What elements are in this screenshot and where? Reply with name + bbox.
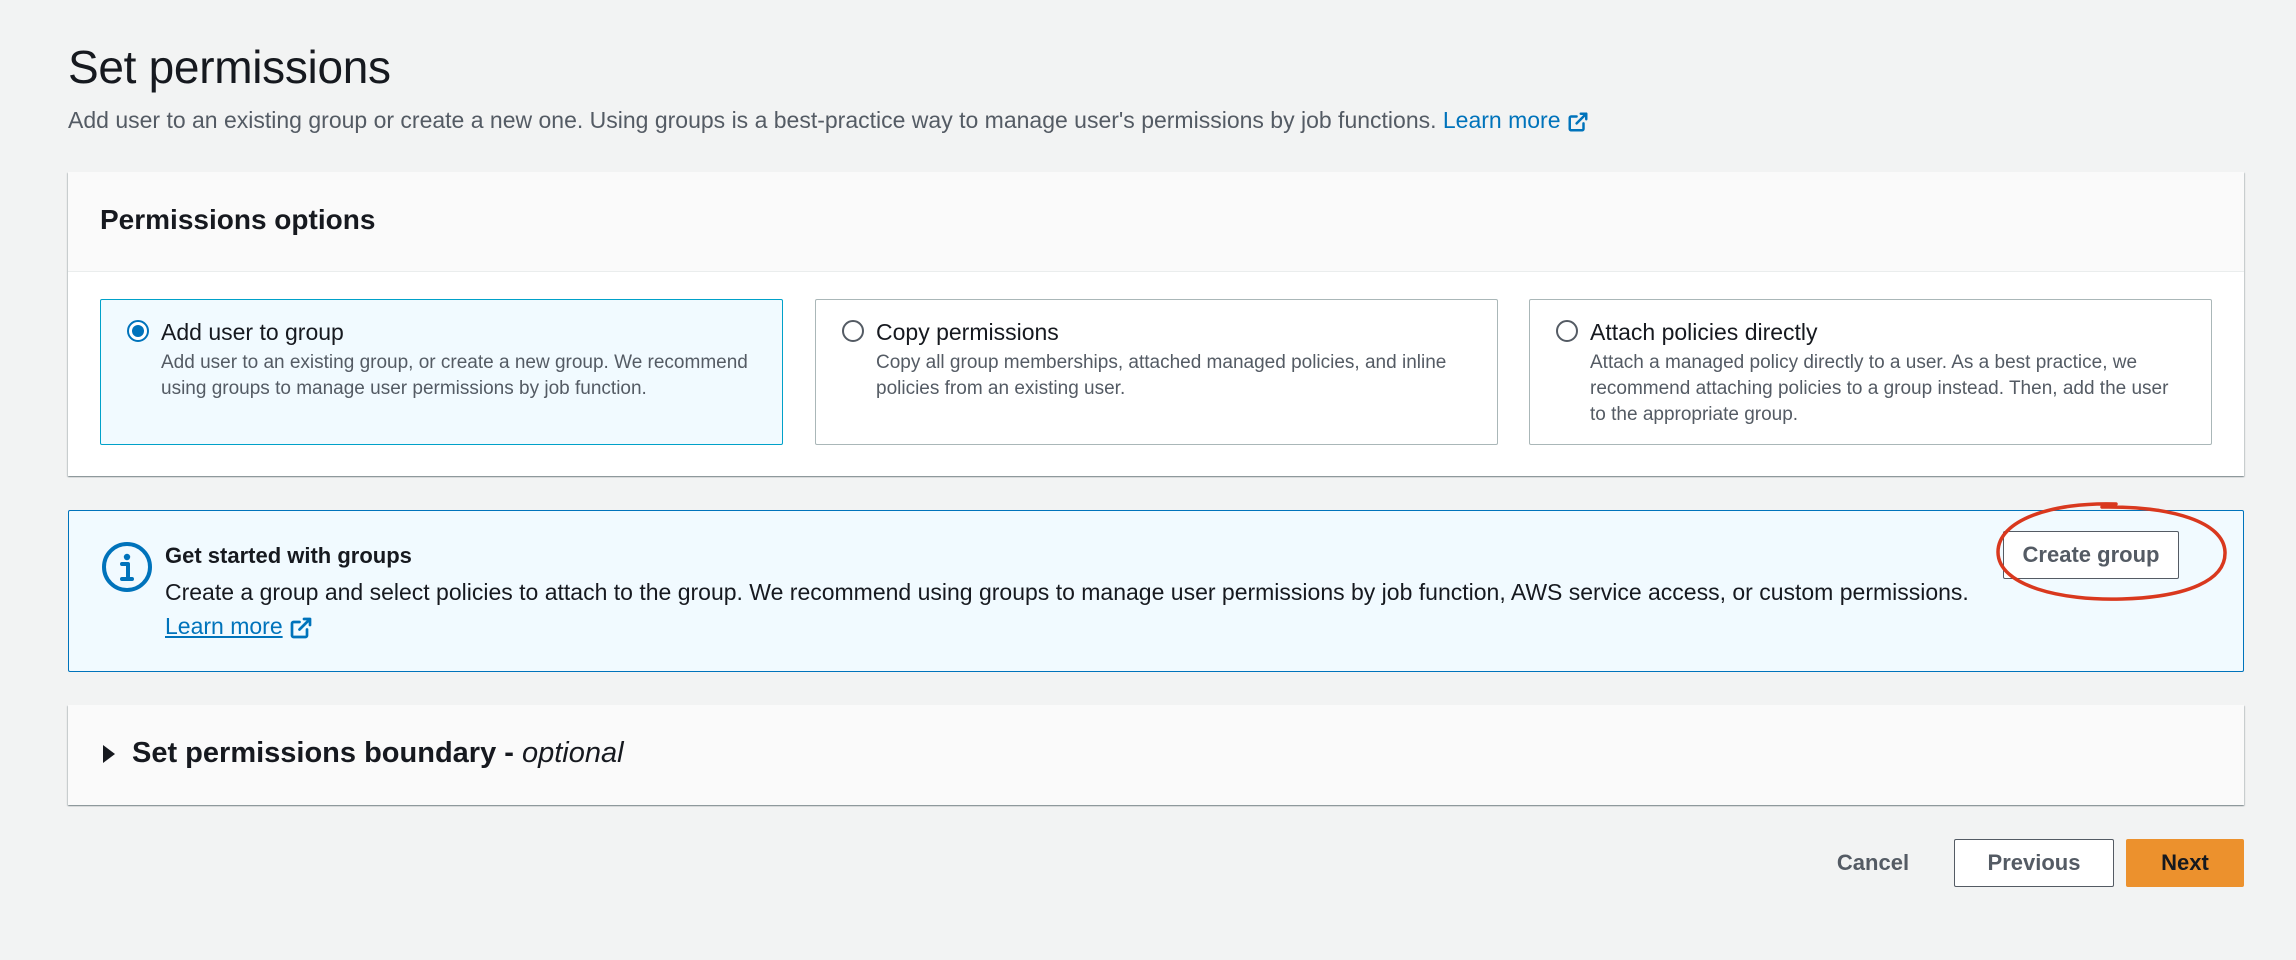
option-copy-permissions[interactable]: Copy permissions Copy all group membersh…: [815, 299, 1498, 445]
option-label: Attach policies directly: [1590, 319, 1818, 345]
permissions-options-card: Permissions options Add user to group Ad…: [68, 172, 2244, 476]
external-link-icon: [290, 617, 311, 639]
option-add-user-to-group[interactable]: Add user to group Add user to an existin…: [100, 299, 783, 445]
radio-empty-icon[interactable]: [842, 320, 864, 342]
header-learn-more-label: Learn more: [1442, 107, 1561, 133]
info-icon: [102, 542, 152, 592]
permissions-boundary-title[interactable]: Set permissions boundary - optional: [132, 737, 624, 770]
option-description: Copy all group memberships, attached man…: [876, 352, 1447, 399]
previous-button[interactable]: Previous: [1954, 839, 2114, 887]
radio-empty-icon[interactable]: [1556, 320, 1578, 342]
permissions-boundary-section[interactable]: Set permissions boundary - optional: [68, 705, 2244, 805]
optional-label: optional: [521, 737, 624, 769]
alert-learn-more-link[interactable]: Learn more: [165, 613, 313, 640]
header-learn-more-link[interactable]: Learn more: [1443, 107, 1589, 133]
alert-learn-more-label: Learn more: [165, 613, 283, 639]
create-group-button[interactable]: Create group: [2003, 531, 2179, 579]
page-title: Set permissions: [68, 41, 391, 93]
option-label: Add user to group: [161, 319, 344, 345]
page-description: Add user to an existing group or create …: [68, 107, 1589, 134]
cancel-button[interactable]: Cancel: [1820, 839, 1926, 887]
option-attach-policies-directly[interactable]: Attach policies directly Attach a manage…: [1529, 299, 2212, 445]
permissions-options-title: Permissions options: [100, 204, 376, 235]
page-description-text: Add user to an existing group or create …: [68, 107, 1437, 133]
radio-selected-icon[interactable]: [127, 320, 149, 342]
next-button[interactable]: Next: [2126, 839, 2244, 887]
option-description: Attach a managed policy directly to a us…: [1590, 352, 2169, 425]
caret-right-icon[interactable]: [100, 743, 118, 765]
option-label: Copy permissions: [876, 319, 1059, 345]
alert-title: Get started with groups: [165, 543, 412, 568]
external-link-icon: [1568, 112, 1588, 132]
permissions-options-header: Permissions options: [68, 172, 2244, 272]
option-description: Add user to an existing group, or create…: [161, 352, 748, 399]
permissions-boundary-label: Set permissions boundary -: [132, 737, 522, 769]
groups-info-alert: Get started with groups Create a group a…: [68, 510, 2244, 672]
alert-body: Create a group and select policies to at…: [165, 579, 1969, 605]
